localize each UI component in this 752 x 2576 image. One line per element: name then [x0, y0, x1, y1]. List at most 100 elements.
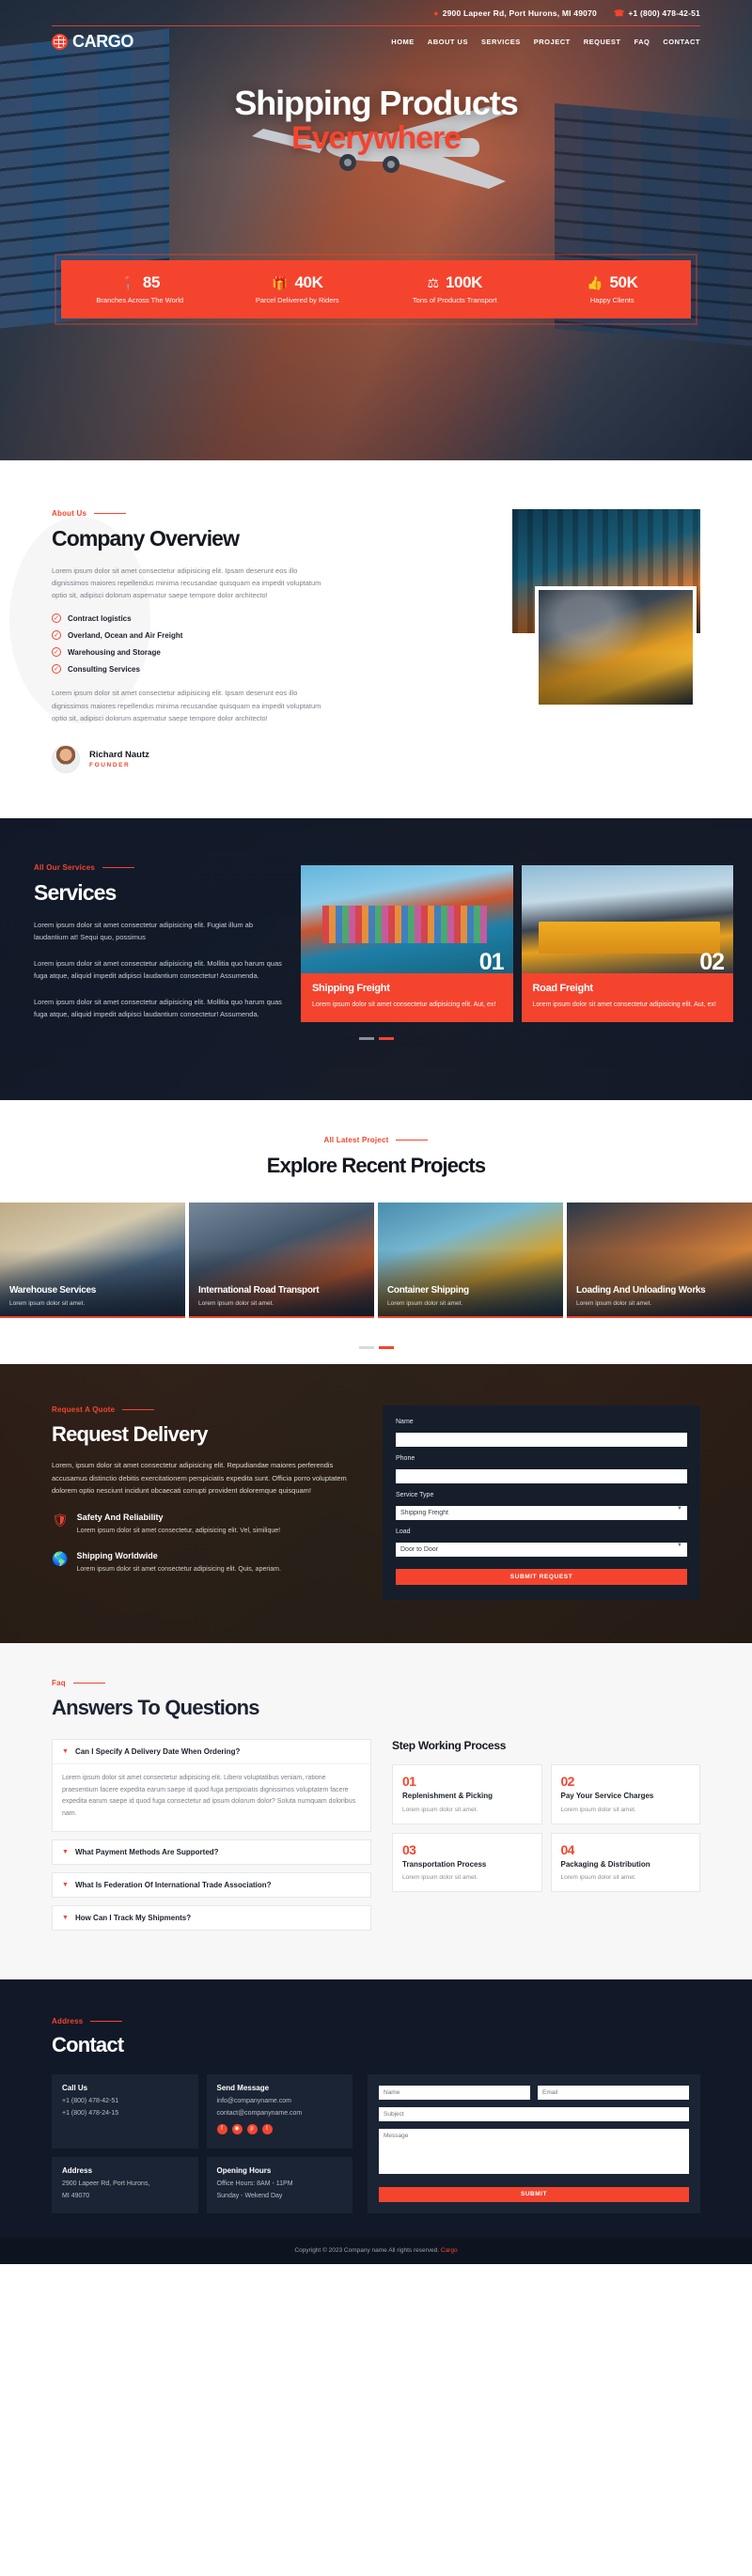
contact-box-line-1[interactable]: +1 (800) 478-42-51 — [62, 2098, 188, 2104]
nav-item-project[interactable]: PROJECT — [534, 38, 571, 46]
nav-item-faq[interactable]: FAQ — [634, 38, 650, 46]
service-card-road-freight[interactable]: 02 Road Freight Lorem ipsum dolor sit am… — [521, 864, 733, 1023]
faq-question: Can I Specify A Delivery Date When Order… — [74, 1747, 241, 1757]
carousel-dot-active[interactable] — [378, 1346, 394, 1350]
services-title: Services — [34, 879, 117, 905]
contact-submit-button[interactable]: SUBMIT — [379, 2186, 689, 2202]
author-role: FOUNDER — [89, 761, 131, 768]
about-paragraph-2: Lorem ipsum dolor sit amet consectetur a… — [52, 689, 321, 722]
stat-branches: 📍 85 Branches Across The World — [61, 273, 219, 304]
load-select[interactable] — [396, 1543, 687, 1558]
services-cards: 01 Shipping Freight Lorem ipsum dolor si… — [301, 856, 733, 1023]
footer-link[interactable]: Cargo — [441, 2247, 458, 2254]
pinterest-icon[interactable]: p — [246, 2123, 258, 2134]
carousel-dot-active[interactable] — [378, 1037, 394, 1041]
contact-box-line-1[interactable]: info@companyname.com — [217, 2098, 343, 2104]
carousel-dot[interactable] — [358, 1346, 374, 1350]
project-title: Loading And Unloading Works — [576, 1284, 706, 1296]
contact-form: SUBMIT — [368, 2073, 700, 2213]
facebook-icon[interactable]: f — [216, 2123, 227, 2134]
check-circle-icon: ✓ — [52, 613, 61, 624]
contact-subject-input[interactable] — [379, 2106, 689, 2121]
eyebrow-line — [90, 2020, 123, 2022]
step-number: 02 — [560, 1774, 575, 1790]
steps-grid: 01 Replenishment & Picking Lorem ipsum d… — [392, 1764, 700, 1893]
social-links: f ◉ p t — [216, 2123, 343, 2134]
about-eyebrow-text: About Us — [52, 509, 87, 518]
project-card-international-road-transport[interactable]: International Road Transport Lorem ipsum… — [189, 1203, 374, 1319]
service-type-select[interactable] — [396, 1506, 687, 1521]
service-card-desc: Lorem ipsum dolor sit amet consectetur a… — [532, 1001, 716, 1008]
request-paragraph: Lorem, ipsum dolor sit amet consectetur … — [52, 1461, 347, 1496]
faq-question-header[interactable]: ▼ How Can I Track My Shipments? — [53, 1906, 370, 1930]
field-load-label: Load — [396, 1529, 411, 1536]
nav-links: HOME ABOUT US SERVICES PROJECT REQUEST F… — [391, 38, 700, 46]
stats-bar-shell: 📍 85 Branches Across The World 🎁 40K Par… — [0, 253, 752, 325]
brand-logo[interactable]: CARGO — [52, 32, 133, 52]
field-name: Name — [396, 1419, 687, 1448]
submit-request-button[interactable]: SUBMIT REQUEST — [396, 1569, 687, 1586]
service-card-desc: Lorem ipsum dolor sit amet consectetur a… — [312, 1001, 496, 1008]
field-service-label: Service Type — [396, 1492, 434, 1499]
project-card-warehouse-services[interactable]: Warehouse Services Lorem ipsum dolor sit… — [0, 1203, 185, 1319]
field-phone-label: Phone — [396, 1455, 415, 1463]
contact-box-line-2[interactable]: +1 (800) 478-24-15 — [62, 2110, 188, 2117]
carousel-dot[interactable] — [358, 1037, 374, 1041]
faq-question-header[interactable]: ▼ What Payment Methods Are Supported? — [53, 1840, 370, 1864]
nav-item-services[interactable]: SERVICES — [481, 38, 521, 46]
project-card-container-shipping[interactable]: Container Shipping Lorem ipsum dolor sit… — [378, 1203, 563, 1319]
chevron-down-icon: ▼ — [62, 1881, 69, 1888]
topbar-phone[interactable]: ☎ +1 (800) 478-42-51 — [614, 8, 700, 18]
main-navbar: CARGO HOME ABOUT US SERVICES PROJECT REQ… — [0, 26, 752, 52]
nav-item-request[interactable]: REQUEST — [584, 38, 621, 46]
services-content: All Our Services Services Lorem ipsum do… — [34, 856, 288, 1023]
weight-icon: ⚖ — [427, 274, 439, 290]
contact-box-send-message: Send Message info@companyname.com contac… — [206, 2073, 352, 2149]
request-feature-safety: 🛡 Safety And Reliability Lorem ipsum dol… — [52, 1513, 362, 1536]
phone-input[interactable] — [396, 1469, 687, 1484]
nav-item-contact[interactable]: CONTACT — [663, 38, 700, 46]
topbar-address-text: 2900 Lapeer Rd, Port Hurons, MI 49070 — [442, 8, 597, 18]
nav-item-home[interactable]: HOME — [391, 38, 415, 46]
contact-box-call-us: Call Us +1 (800) 478-42-51 +1 (800) 478-… — [52, 2073, 198, 2149]
name-input[interactable] — [396, 1433, 687, 1448]
step-card-1: 01 Replenishment & Picking Lorem ipsum d… — [392, 1764, 542, 1824]
contact-box-title: Call Us — [62, 2083, 88, 2092]
steps-title: Step Working Process — [392, 1739, 507, 1753]
contact-email-input[interactable] — [538, 2085, 689, 2100]
about-feature-item: ✓ Consulting Services — [52, 664, 334, 675]
phone-icon: ☎ — [613, 8, 625, 18]
nav-item-about-us[interactable]: ABOUT US — [428, 38, 468, 46]
eyebrow-line — [72, 1683, 105, 1684]
project-title: Container Shipping — [387, 1284, 469, 1296]
faq-item-4[interactable]: ▼ How Can I Track My Shipments? — [52, 1904, 371, 1931]
contact-box-line-2[interactable]: contact@companyname.com — [217, 2110, 343, 2117]
contact-box-address: Address 2900 Lapeer Rd, Port Hurons, MI … — [52, 2156, 198, 2213]
services-paragraph-3: Lorem ipsum dolor sit amet consectetur a… — [34, 997, 282, 1019]
contact-box-title: Address — [62, 2165, 93, 2175]
contact-message-textarea[interactable] — [379, 2128, 689, 2174]
stat-label: Branches Across The World — [96, 295, 184, 304]
services-paragraph-1: Lorem ipsum dolor sit amet consectetur a… — [34, 920, 254, 942]
faq-question: What Payment Methods Are Supported? — [74, 1847, 219, 1856]
request-feature-title: Safety And Reliability — [76, 1512, 164, 1522]
contact-name-input[interactable] — [379, 2085, 530, 2100]
instagram-icon[interactable]: ◉ — [231, 2123, 243, 2134]
twitter-icon[interactable]: t — [261, 2123, 273, 2134]
parcel-box-icon: 🎁 — [272, 274, 289, 290]
stat-label: Parcel Delivered by Riders — [255, 295, 339, 304]
faq-item-3[interactable]: ▼ What Is Federation Of International Tr… — [52, 1871, 371, 1898]
stat-value: 40K — [294, 272, 323, 291]
project-card-loading-and-unloading-works[interactable]: Loading And Unloading Works Lorem ipsum … — [567, 1203, 752, 1319]
faq-question-header[interactable]: ▼ What Is Federation Of International Tr… — [53, 1873, 370, 1897]
faq-item-1[interactable]: ▼ Can I Specify A Delivery Date When Ord… — [52, 1739, 371, 1832]
field-load: Load ▼ — [396, 1529, 687, 1558]
faq-question-header[interactable]: ▼ Can I Specify A Delivery Date When Ord… — [53, 1740, 370, 1763]
faq-item-2[interactable]: ▼ What Payment Methods Are Supported? — [52, 1839, 371, 1865]
projects-grid: Warehouse Services Lorem ipsum dolor sit… — [0, 1203, 752, 1319]
projects-carousel-dots — [0, 1333, 752, 1364]
project-title: Warehouse Services — [9, 1284, 97, 1296]
services-eyebrow-text: All Our Services — [34, 862, 96, 872]
contact-eyebrow-text: Address — [52, 2016, 84, 2025]
service-card-shipping-freight[interactable]: 01 Shipping Freight Lorem ipsum dolor si… — [301, 864, 513, 1023]
